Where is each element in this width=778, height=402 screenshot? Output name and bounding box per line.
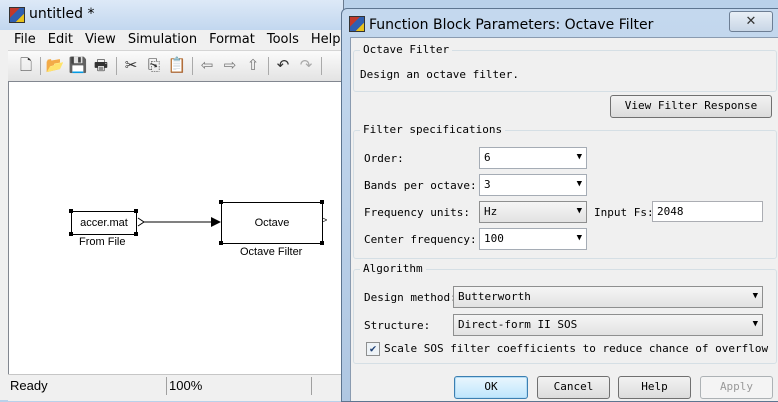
selection-handle[interactable]	[134, 232, 138, 236]
structure-value: Direct-form II SOS	[458, 318, 578, 331]
undo-icon[interactable]: ↶	[273, 56, 293, 76]
center-frequency-label: Center frequency:	[364, 233, 477, 246]
frequency-units-label: Frequency units:	[364, 206, 470, 219]
toolbar-separator	[192, 57, 193, 75]
algorithm-title: Algorithm	[360, 262, 426, 275]
output-port-icon: >	[322, 215, 328, 225]
model-canvas[interactable]: accer.mat From File Octave > Octave Filt…	[8, 81, 343, 374]
simulink-app-icon	[349, 16, 365, 32]
simulink-app-icon	[9, 7, 25, 23]
status-bar: Ready 100%	[8, 374, 343, 401]
selection-handle[interactable]	[134, 209, 138, 213]
from-file-label[interactable]: From File	[79, 236, 125, 248]
menu-format[interactable]: Format	[203, 30, 261, 50]
selection-handle[interactable]	[69, 232, 73, 236]
redo-icon[interactable]: ↷	[296, 56, 316, 76]
model-titlebar[interactable]: untitled *	[0, 0, 343, 30]
menu-edit[interactable]: Edit	[42, 30, 79, 50]
toolbar-separator	[40, 57, 41, 75]
header-group: Octave Filter Design an octave filter.	[353, 43, 777, 92]
cut-icon[interactable]: ✂	[121, 56, 141, 76]
cancel-button[interactable]: Cancel	[537, 376, 610, 399]
octave-filter-label[interactable]: Octave Filter	[240, 246, 302, 258]
filter-specifications-title: Filter specifications	[360, 123, 506, 136]
zoom-level: 100%	[166, 377, 309, 395]
view-filter-response-button[interactable]: View Filter Response	[610, 95, 772, 118]
status-text: Ready	[10, 378, 48, 393]
checkmark-icon: ✔	[369, 342, 377, 355]
chevron-down-icon: ▼	[576, 206, 582, 216]
filter-description: Design an octave filter.	[360, 68, 519, 81]
order-label: Order:	[364, 152, 404, 165]
design-method-label: Design method:	[364, 291, 457, 304]
toolbar-separator	[268, 57, 269, 75]
octave-filter-content: Octave	[254, 217, 290, 229]
back-icon[interactable]: ⇦	[197, 56, 217, 76]
print-icon[interactable]: 🖶	[91, 56, 111, 76]
dialog-body: Octave Filter Design an octave filter. V…	[350, 37, 778, 401]
save-icon[interactable]: 💾	[68, 56, 88, 76]
frequency-units-select[interactable]: Hz ▼	[479, 201, 587, 223]
up-icon[interactable]: ⇧	[243, 56, 263, 76]
menu-file[interactable]: File	[8, 30, 42, 50]
design-method-value: Butterworth	[458, 290, 531, 303]
close-button[interactable]: ✕	[729, 11, 773, 32]
menu-view[interactable]: View	[79, 30, 122, 50]
scale-sos-label[interactable]: Scale SOS filter coefficients to reduce …	[384, 342, 768, 355]
chevron-down-icon: ▼	[752, 291, 758, 301]
forward-icon[interactable]: ⇨	[220, 56, 240, 76]
center-frequency-select[interactable]: 100 ▼	[479, 228, 587, 250]
signal-line[interactable]	[135, 214, 225, 230]
selection-handle[interactable]	[320, 241, 324, 245]
from-file-block[interactable]: accer.mat	[71, 211, 137, 235]
chevron-down-icon: ▼	[576, 233, 582, 243]
structure-select[interactable]: Direct-form II SOS ▼	[453, 314, 763, 336]
menu-bar: File Edit View Simulation Format Tools H…	[8, 30, 343, 50]
bands-per-octave-value: 3	[484, 178, 491, 191]
selection-handle[interactable]	[69, 209, 73, 213]
selection-handle[interactable]	[219, 241, 223, 245]
chevron-down-icon: ▼	[576, 152, 582, 162]
design-method-select[interactable]: Butterworth ▼	[453, 286, 763, 308]
paste-icon[interactable]: 📋	[167, 56, 187, 76]
model-title: untitled *	[29, 6, 95, 22]
chevron-down-icon: ▼	[576, 179, 582, 189]
new-icon[interactable]: 🗋	[16, 56, 36, 76]
apply-button[interactable]: Apply	[700, 376, 773, 399]
close-icon: ✕	[745, 13, 757, 28]
center-frequency-value: 100	[484, 232, 504, 245]
chevron-down-icon: ▼	[752, 319, 758, 329]
frequency-units-value: Hz	[484, 205, 498, 218]
toolbar-separator	[321, 57, 322, 75]
menu-tools[interactable]: Tools	[261, 30, 305, 50]
algorithm-group: Algorithm Design method: Butterworth ▼ S…	[353, 262, 777, 364]
header-group-title: Octave Filter	[360, 43, 453, 56]
dialog-title[interactable]: Function Block Parameters: Octave Filter	[369, 17, 653, 33]
bands-per-octave-select[interactable]: 3 ▼	[479, 174, 587, 196]
structure-label: Structure:	[364, 319, 431, 332]
ok-button[interactable]: OK	[454, 376, 528, 399]
model-window: untitled * File Edit View Simulation For…	[0, 0, 344, 401]
scale-sos-checkbox[interactable]: ✔	[366, 342, 380, 356]
menu-simulation[interactable]: Simulation	[122, 30, 203, 50]
filter-specifications-group: Filter specifications Order: 6 ▼ Bands p…	[353, 123, 777, 259]
from-file-content: accer.mat	[80, 217, 128, 229]
selection-handle[interactable]	[219, 200, 223, 204]
open-icon[interactable]: 📂	[45, 56, 65, 76]
selection-handle[interactable]	[320, 200, 324, 204]
block-parameters-dialog: Function Block Parameters: Octave Filter…	[341, 8, 778, 402]
toolbar: 🗋 📂 💾 🖶 ✂ ⎘ 📋 ⇦ ⇨ ⇧ ↶ ↷	[8, 50, 343, 82]
help-button[interactable]: Help	[618, 376, 691, 399]
bands-per-octave-label: Bands per octave:	[364, 179, 477, 192]
order-value: 6	[484, 151, 491, 164]
toolbar-separator	[116, 57, 117, 75]
octave-filter-block[interactable]: Octave	[221, 202, 323, 244]
order-select[interactable]: 6 ▼	[479, 147, 587, 169]
input-fs-field[interactable]: 2048	[652, 201, 763, 222]
copy-icon[interactable]: ⎘	[144, 56, 164, 76]
input-fs-label: Input Fs:	[594, 206, 654, 219]
input-fs-value: 2048	[657, 205, 684, 218]
